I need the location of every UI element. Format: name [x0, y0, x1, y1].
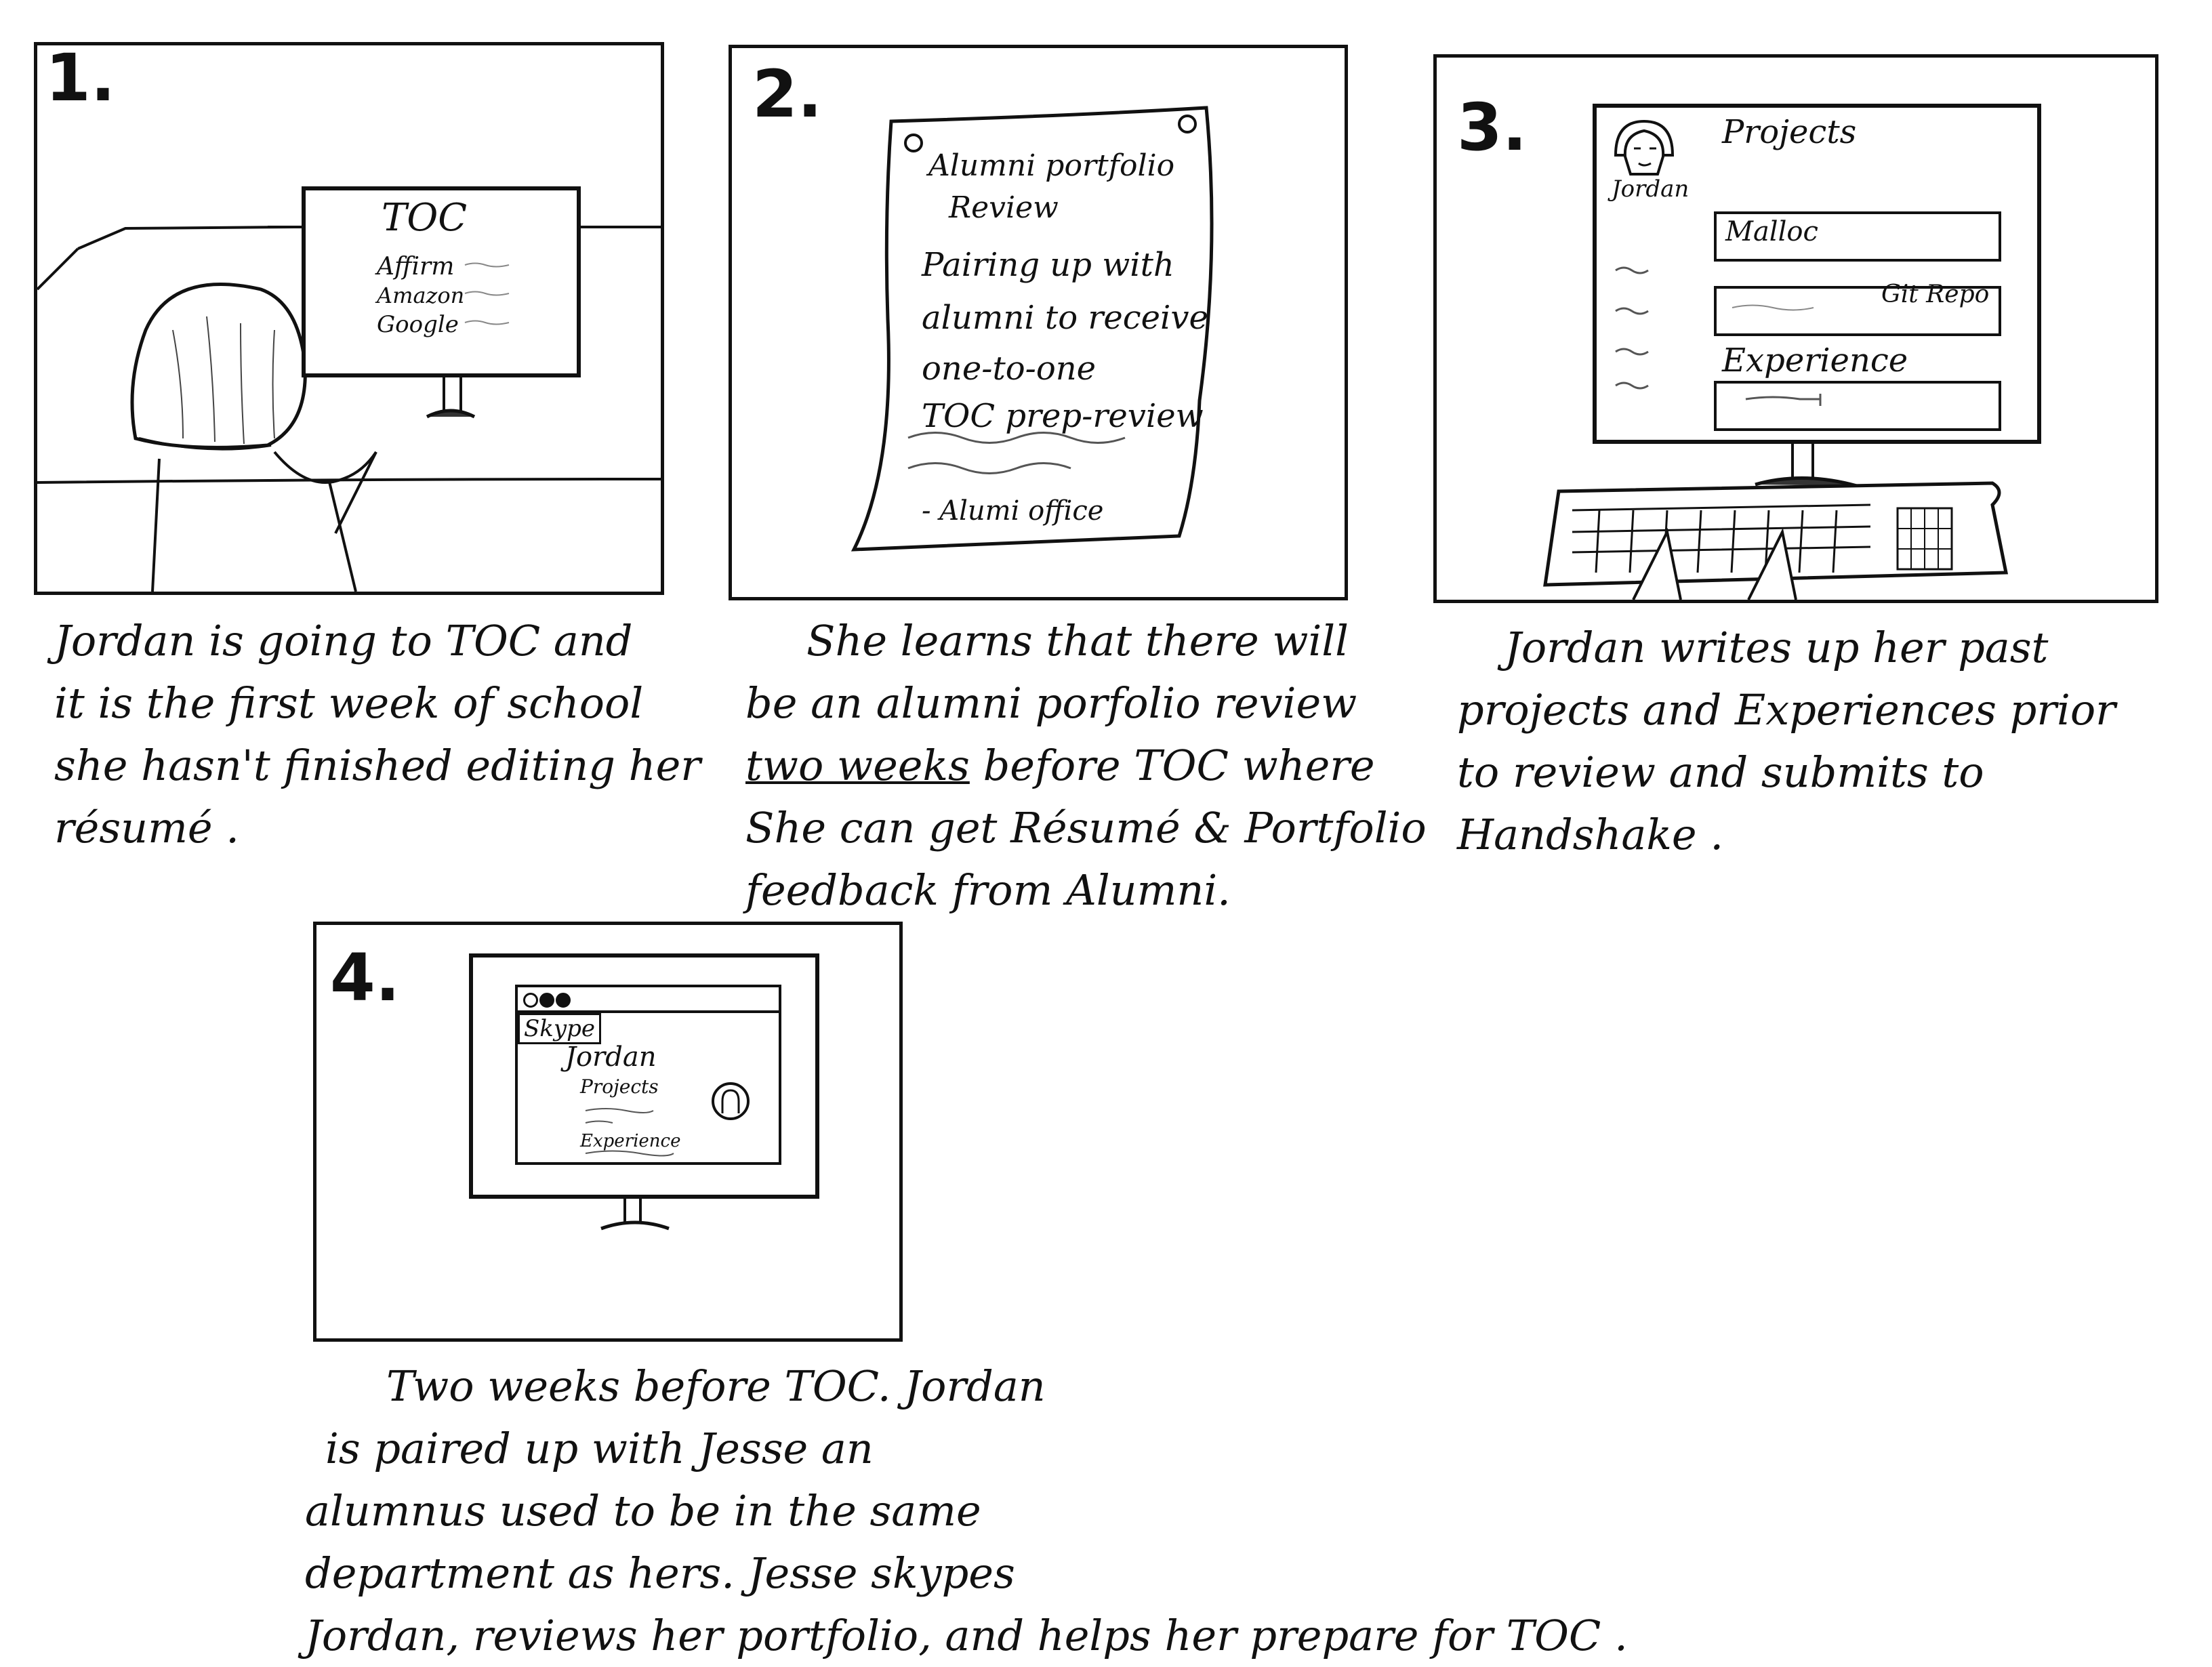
- panel-4-caption-line: is paired up with Jesse an: [325, 1424, 874, 1473]
- panel-1-caption-line: Jordan is going to TOC and: [54, 616, 633, 665]
- panel-3-caption-line: projects and Experiences prior: [1457, 685, 2116, 735]
- panel-1-caption-line: it is the first week of school: [54, 678, 644, 728]
- panel-4-caption-line: department as hers. Jesse skypes: [305, 1548, 1015, 1598]
- panel-2-caption-line: feedback from Alumni.: [745, 865, 1231, 915]
- panel-4: 4. Skype Jordan Projects Experience: [313, 922, 903, 1342]
- panel-4-caption: Two weeks before TOC. Jordan is paired u…: [305, 1355, 1628, 1667]
- panel-3-caption-line: Handshake .: [1457, 810, 1724, 859]
- flyer-body-line: Pairing up with: [922, 246, 1174, 284]
- flyer-heading: Review: [949, 190, 1059, 225]
- flyer-signature: - Alumi office: [922, 495, 1104, 527]
- panel-1-caption-line: she hasn't finished editing her: [54, 741, 701, 790]
- flyer-body-line: one-to-one: [922, 350, 1097, 388]
- two-weeks-underlined: two weeks: [745, 741, 970, 790]
- panel-3-keyboard-sketch: [1543, 440, 2009, 600]
- panel-2: 2. Alumni portfolio Review Pairing up wi…: [729, 45, 1348, 600]
- panel-2-caption-line: be an alumni porfolio review: [745, 678, 1357, 728]
- panel-1-caption-line: résumé .: [54, 803, 239, 852]
- panel-2-caption-line3-rest: before TOC where: [969, 741, 1375, 790]
- panel-3: 3. Jordan Projects Malloc Git Repo Exper…: [1433, 54, 2158, 603]
- panel-1: 1. TOC Affirm Amazon Google: [34, 42, 664, 595]
- panel-1-screen-scribbles: [464, 262, 510, 325]
- panel-4-caption-line: alumnus used to be in the same: [305, 1486, 981, 1536]
- flyer-body-line: TOC prep-review: [922, 397, 1204, 435]
- panel-2-caption-line: She learns that there will: [806, 616, 1349, 665]
- panel-1-monitor: TOC Affirm Amazon Google: [302, 186, 581, 377]
- panel-2-caption-line: two weeks before TOC where: [745, 735, 1427, 797]
- panel-4-caption-line: Two weeks before TOC. Jordan: [386, 1361, 1046, 1411]
- panel-4-caption-line: Jordan, reviews her portfolio, and helps…: [305, 1611, 1628, 1660]
- panel-1-caption: Jordan is going to TOC and it is the fir…: [54, 610, 701, 859]
- panel-3-caption-line: Jordan writes up her past: [1504, 623, 2049, 672]
- panel-4-stand: [600, 1195, 670, 1231]
- panel-2-caption: She learns that there will be an alumni …: [745, 610, 1427, 922]
- panel-2-caption-line: She can get Résumé & Portfolio: [745, 803, 1427, 852]
- storyboard-page: { "panel1": { "number": "1.", "screen": …: [0, 0, 2212, 1660]
- flyer-body-line: alumni to receive: [922, 299, 1208, 337]
- flyer-heading: Alumni portfolio: [928, 148, 1175, 183]
- panel-3-caption: Jordan writes up her past projects and E…: [1457, 617, 2116, 866]
- panel-3-caption-line: to review and submits to: [1457, 747, 1984, 797]
